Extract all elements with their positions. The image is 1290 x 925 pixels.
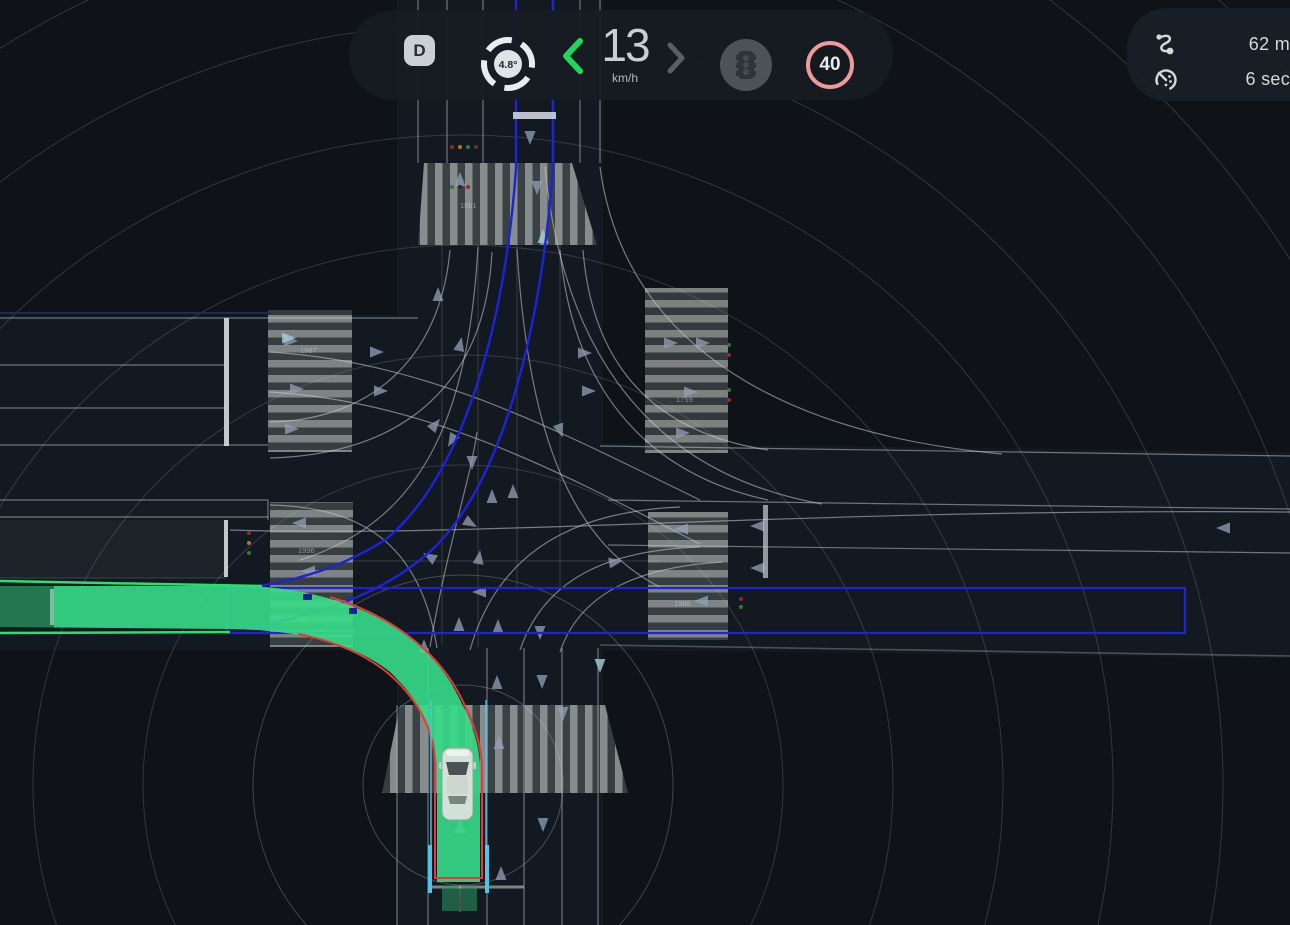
road-surfaces	[0, 0, 1290, 925]
route-distance-value: 62 m	[1179, 34, 1290, 55]
gear-label: D	[413, 41, 425, 61]
turn-signal-left-icon	[559, 36, 585, 76]
crosswalk-south	[382, 705, 628, 793]
speed-unit: km/h	[587, 71, 663, 85]
speed-readout: 13 km/h	[587, 17, 663, 85]
traffic-light-icon	[735, 50, 757, 80]
path-object-marker	[303, 594, 312, 600]
route-info-panel: 62 m 6 sec	[1127, 8, 1290, 101]
windshield	[446, 762, 469, 775]
turn-signal-right-icon	[665, 41, 687, 75]
crosswalk-label-west-upper: 1987	[300, 346, 317, 355]
crosswalk-east-upper	[645, 288, 728, 453]
map-canvas[interactable]: 18b1 1987 1996 1759 1986	[0, 0, 1290, 925]
rear-window	[448, 796, 467, 804]
drive-hud: D 4.8° 13 km/h 40	[349, 10, 893, 100]
route-path-icon	[1153, 31, 1179, 57]
speed-value: 13	[587, 17, 663, 73]
ego-vehicle	[439, 748, 476, 820]
av-visualizer-screen: { "hud": { "gear": "D", "steering_angle"…	[0, 0, 1290, 925]
speed-limit-value: 40	[819, 54, 840, 76]
crosswalk-west-upper	[268, 310, 352, 452]
route-eta-value: 6 sec	[1179, 69, 1290, 90]
crosswalk-north	[418, 163, 597, 245]
crosswalk-label-north: 18b1	[460, 201, 477, 210]
route-eta-row: 6 sec	[1127, 66, 1290, 92]
traffic-light-indicator	[720, 39, 772, 91]
steering-wheel-icon: 4.8°	[479, 35, 537, 93]
timer-icon	[1153, 66, 1179, 92]
steering-angle-value: 4.8°	[499, 59, 518, 71]
gear-indicator: D	[404, 35, 435, 66]
speed-limit-sign: 40	[806, 41, 854, 89]
destination-stop-bar	[513, 112, 556, 119]
route-distance-row: 62 m	[1127, 31, 1290, 57]
crosswalk-label-east-upper: 1759	[676, 395, 693, 404]
path-object-marker	[349, 608, 357, 614]
crosswalk-label-east-lower: 1986	[674, 599, 691, 608]
crosswalk-label-west-lower: 1996	[298, 546, 315, 555]
